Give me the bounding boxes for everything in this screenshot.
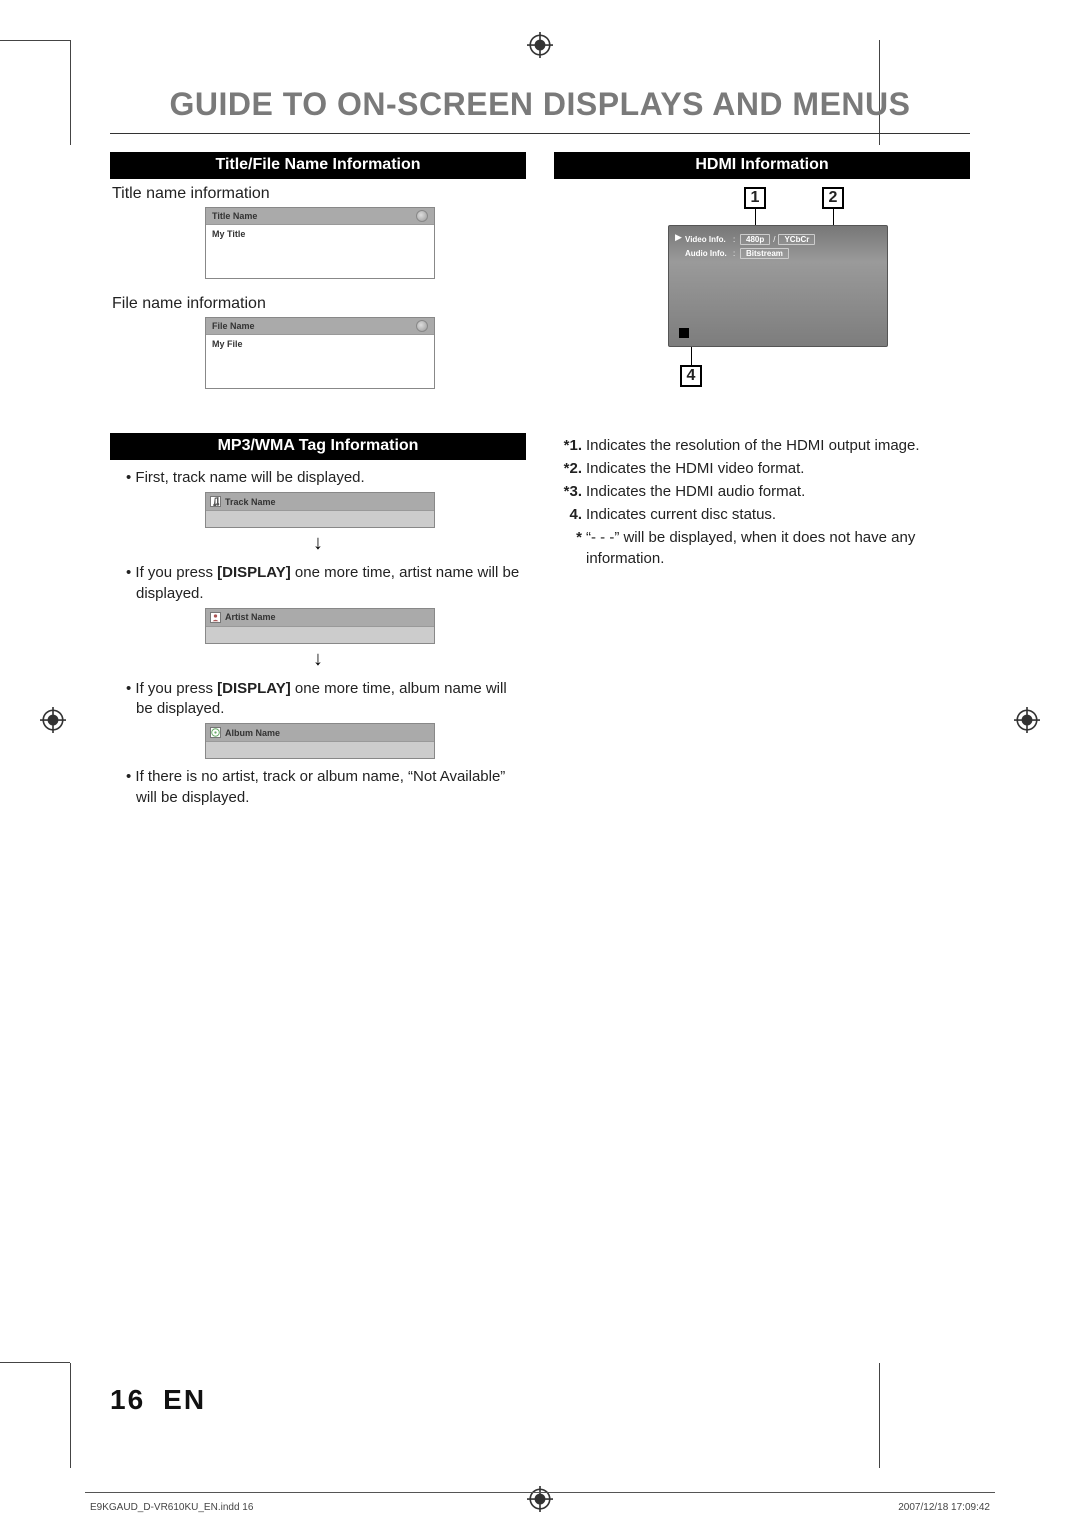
hdmi-explanation-list: *1.Indicates the resolution of the HDMI … — [556, 435, 970, 569]
bullet-album-text-a: If you press — [135, 680, 217, 697]
page-content: GUIDE TO ON-SCREEN DISPLAYS AND MENUS Ti… — [110, 86, 970, 1416]
marker-2: *2. — [556, 458, 586, 479]
subhead-file-name: File name information — [112, 295, 526, 313]
crop-mark — [0, 1362, 70, 1363]
artist-name-label: Artist Name — [225, 612, 276, 622]
colon: : — [733, 235, 737, 244]
down-arrow-icon: ↓ — [110, 532, 526, 555]
title-name-box-value: My Title — [206, 225, 434, 243]
bullet-not-available-text: If there is no artist, track or album na… — [135, 768, 505, 805]
album-icon — [210, 727, 221, 738]
registration-mark-icon — [1014, 707, 1040, 733]
callout-line — [691, 347, 692, 365]
registration-mark-icon — [40, 707, 66, 733]
bullet-track-text: First, track name will be displayed. — [135, 469, 364, 486]
marker-star: * — [556, 527, 586, 569]
file-name-box-value: My File — [206, 335, 434, 353]
disc-icon — [416, 210, 428, 222]
audio-info-label: Audio Info. — [675, 249, 730, 258]
video-format-value: YCbCr — [778, 234, 815, 245]
album-name-box: Album Name — [205, 723, 435, 759]
imprint-file: E9KGAUD_D-VR610KU_EN.indd 16 — [90, 1502, 253, 1513]
title-name-box-header: Title Name — [212, 211, 257, 221]
text-3: Indicates the HDMI audio format. — [586, 481, 970, 502]
file-name-box: File Name My File — [205, 317, 435, 389]
disc-icon — [416, 320, 428, 332]
bullet-artist-text-b: [DISPLAY] — [217, 564, 291, 581]
callout-4: 4 — [680, 365, 702, 387]
left-column: Title/File Name Information Title name i… — [110, 152, 526, 812]
text-star: “- - -” will be displayed, when it does … — [586, 527, 970, 569]
marker-4: 4. — [556, 504, 586, 525]
person-icon — [210, 612, 221, 623]
section-header-mp3: MP3/WMA Tag Information — [110, 433, 526, 460]
hdmi-diagram: 1 2 3 4 ▶ Video Info. : 480p / YCbCr — [644, 187, 904, 417]
text-4: Indicates current disc status. — [586, 504, 970, 525]
section-header-hdmi: HDMI Information — [554, 152, 970, 179]
bullet-artist: • If you press [DISPLAY] one more time, … — [126, 563, 526, 604]
right-column: HDMI Information 1 2 3 4 ▶ Video Info. :… — [554, 152, 970, 812]
imprint-line — [85, 1492, 995, 1493]
colon: : — [733, 249, 737, 258]
registration-mark-icon — [527, 1486, 553, 1512]
album-name-label: Album Name — [225, 728, 280, 738]
bullet-track: • First, track name will be displayed. — [126, 468, 526, 488]
music-note-icon — [210, 496, 221, 507]
title-name-box: Title Name My Title — [205, 207, 435, 279]
down-arrow-icon: ↓ — [110, 648, 526, 671]
callout-2: 2 — [822, 187, 844, 209]
track-name-label: Track Name — [225, 497, 276, 507]
page-footer: 16 EN — [110, 1384, 206, 1416]
page-lang: EN — [163, 1384, 206, 1415]
imprint-date: 2007/12/18 17:09:42 — [898, 1502, 990, 1513]
crop-mark — [70, 40, 71, 145]
video-resolution-value: 480p — [740, 234, 770, 245]
artist-name-box: Artist Name — [205, 608, 435, 644]
page-number: 16 — [110, 1384, 145, 1415]
marker-3: *3. — [556, 481, 586, 502]
bullet-artist-text-a: If you press — [135, 564, 217, 581]
section-header-title-file: Title/File Name Information — [110, 152, 526, 179]
audio-format-value: Bitstream — [740, 248, 789, 259]
file-name-box-header: File Name — [212, 321, 255, 331]
play-icon: ▶ — [675, 232, 682, 243]
marker-1: *1. — [556, 435, 586, 456]
hdmi-tv-box: ▶ Video Info. : 480p / YCbCr Audio Info.… — [668, 225, 888, 347]
bullet-not-available: • If there is no artist, track or album … — [126, 767, 526, 808]
page-title: GUIDE TO ON-SCREEN DISPLAYS AND MENUS — [110, 86, 970, 134]
stop-icon — [679, 328, 689, 338]
crop-mark — [0, 40, 70, 41]
video-info-label: Video Info. — [675, 235, 730, 244]
registration-mark-icon — [527, 32, 553, 58]
bullet-album: • If you press [DISPLAY] one more time, … — [126, 679, 526, 720]
text-2: Indicates the HDMI video format. — [586, 458, 970, 479]
slash: / — [773, 235, 775, 244]
track-name-box: Track Name — [205, 492, 435, 528]
bullet-album-text-b: [DISPLAY] — [217, 680, 291, 697]
crop-mark — [70, 1363, 71, 1468]
callout-1: 1 — [744, 187, 766, 209]
text-1: Indicates the resolution of the HDMI out… — [586, 435, 970, 456]
subhead-title-name: Title name information — [112, 185, 526, 203]
